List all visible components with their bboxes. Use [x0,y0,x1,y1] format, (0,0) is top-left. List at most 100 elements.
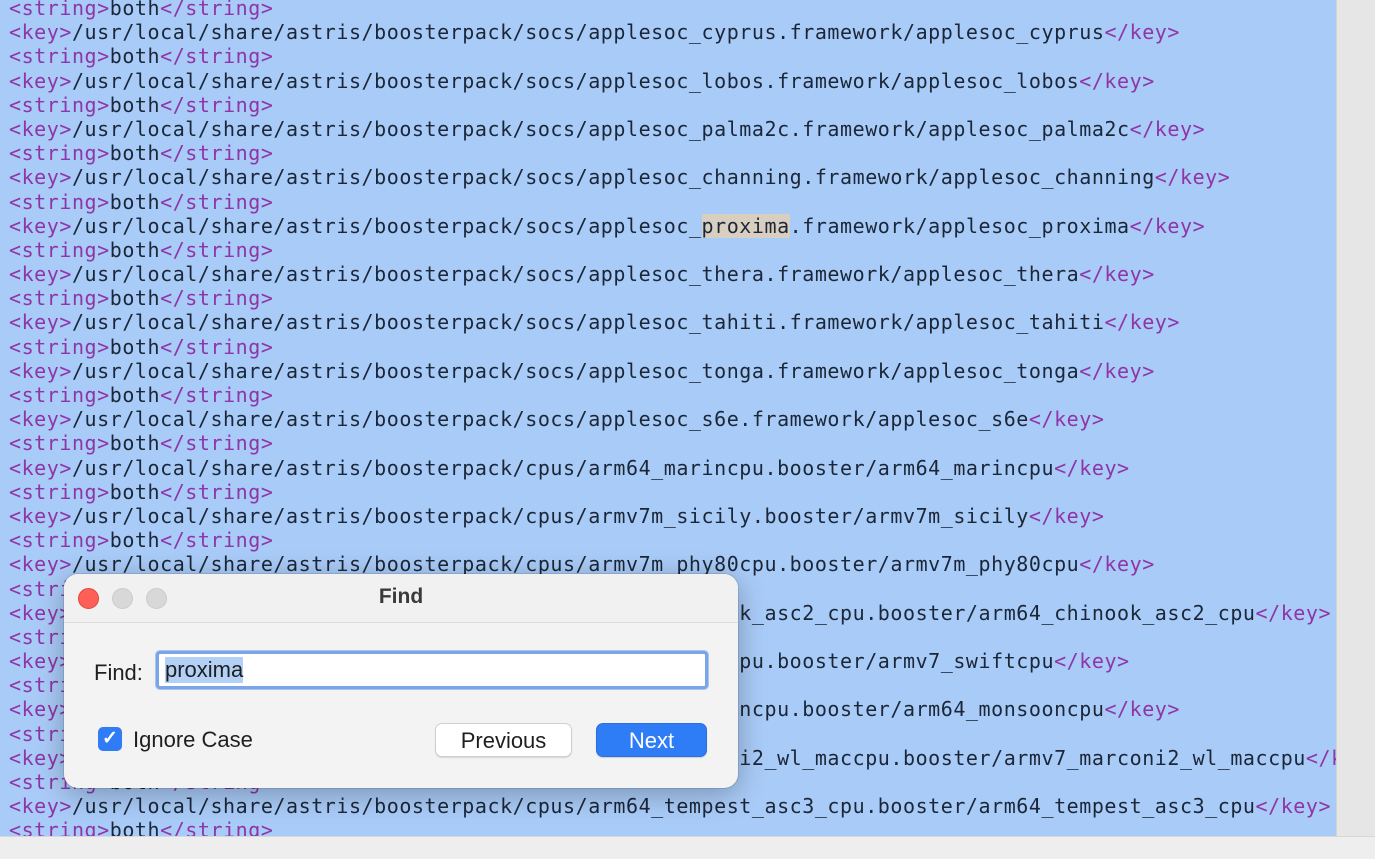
code-line: <key>/usr/local/share/astris/boosterpack… [9,213,1336,238]
xml-value: /usr/local/share/astris/boosterpack/socs… [71,68,1080,93]
code-line: <string>both</string> [9,141,1336,165]
xml-value: both [109,479,161,504]
code-line: <string>both</string> [9,480,1336,504]
code-line: <string>both</string> [9,431,1336,455]
search-match-highlight: proxima [701,213,790,238]
next-button[interactable]: Next [596,723,707,757]
xml-open-tag: <string> [9,528,110,553]
xml-value: /usr/local/share/astris/boosterpack/socs… [71,310,1105,335]
xml-close-tag: </string> [160,334,274,359]
xml-value: both [109,237,161,262]
xml-open-tag: <key> [9,20,72,45]
xml-value: /usr/local/share/astris/boosterpack/socs… [71,358,1080,383]
code-line: <string>both</string> [9,238,1336,262]
xml-close-tag: </string> [160,237,274,262]
xml-close-tag: </string> [160,383,274,407]
xml-close-tag: </key> [1305,745,1336,770]
xml-value: both [109,189,161,214]
xml-close-tag: </key> [1054,649,1130,674]
xml-open-tag: <key> [9,745,72,770]
code-line: <key>/usr/local/share/astris/boosterpack… [9,310,1336,334]
xml-open-tag: <key> [9,503,72,528]
code-line: <string>both</string> [9,44,1336,68]
code-line: <string>both</string> [9,286,1336,310]
previous-button[interactable]: Previous [435,723,572,757]
find-dialog: Find Find: ✓ Ignore Case Previous Next [64,574,738,788]
code-line: <string>both</string> [9,383,1336,407]
xml-value: both [109,0,161,20]
xml-value: both [109,431,161,456]
xml-open-tag: <string> [9,286,110,311]
code-line: <string>both</string> [9,190,1336,214]
xml-open-tag: <key> [9,407,72,432]
code-line: <key>/usr/local/share/astris/boosterpack… [9,262,1336,286]
vertical-scrollbar[interactable] [1336,0,1375,836]
xml-value: both [109,383,161,407]
xml-close-tag: </key> [1079,358,1155,383]
find-input[interactable] [156,651,708,689]
xml-open-tag: <key> [9,697,72,722]
xml-close-tag: </string> [160,44,274,69]
code-line: <string>both</string> [9,528,1336,552]
ignore-case-label[interactable]: Ignore Case [133,727,253,753]
xml-close-tag: </key> [1104,310,1180,335]
xml-open-tag: <string> [9,0,110,20]
xml-close-tag: </string> [160,141,274,166]
xml-value: /usr/local/share/astris/boosterpack/socs… [71,20,1105,45]
xml-value: both [109,44,161,69]
xml-close-tag: </string> [160,286,274,311]
xml-close-tag: </key> [1054,455,1130,480]
xml-open-tag: <key> [9,310,72,335]
xml-value: /usr/local/share/astris/boosterpack/cpus… [71,455,1055,480]
xml-open-tag: <key> [9,213,72,238]
xml-open-tag: <key> [9,455,72,480]
xml-open-tag: <key> [9,262,72,287]
xml-close-tag: </key> [1028,407,1105,432]
xml-value: both [109,334,161,359]
xml-open-tag: <key> [9,116,72,141]
xml-open-tag: <key> [9,552,72,577]
xml-close-tag: </key> [1104,20,1180,45]
xml-close-tag: </string> [160,528,274,553]
code-line: <key>/usr/local/share/astris/boosterpack… [9,407,1336,431]
xml-close-tag: </string> [160,479,274,504]
code-line: <string>both</string> [9,0,1336,20]
code-line: <key>/usr/local/share/astris/boosterpack… [9,117,1336,141]
xml-open-tag: <string> [9,818,110,836]
code-line: <key>/usr/local/share/astris/boosterpack… [9,359,1336,383]
code-line: <string>both</string> [9,818,1336,836]
xml-close-tag: </key> [1028,503,1105,528]
xml-value: both [109,818,161,836]
xml-open-tag: <string> [9,334,110,359]
xml-value: /usr/local/share/astris/boosterpack/socs… [71,262,1080,287]
xml-close-tag: </key> [1255,794,1332,819]
xml-value: /usr/local/share/astris/boosterpack/socs… [71,116,1130,141]
find-label: Find: [94,660,143,685]
xml-close-tag: </string> [160,431,274,456]
code-line: <key>/usr/local/share/astris/boosterpack… [9,69,1336,93]
xml-open-tag: <key> [9,600,72,625]
ignore-case-checkbox[interactable]: ✓ [98,727,122,751]
xml-close-tag: </key> [1154,165,1231,190]
xml-value: both [109,141,161,166]
xml-close-tag: </key> [1129,213,1206,238]
xml-open-tag: <string> [9,44,110,69]
xml-value: /usr/local/share/astris/boosterpack/cpus… [71,794,1256,819]
xml-close-tag: </key> [1255,600,1332,625]
dialog-title: Find [378,585,424,608]
xml-value: /usr/local/share/astris/boosterpack/cpus… [71,552,1080,577]
xml-open-tag: <string> [9,141,110,166]
xml-open-tag: <string> [9,383,110,407]
xml-close-tag: </string> [160,818,274,836]
xml-value: both [109,286,161,311]
xml-close-tag: </key> [1079,552,1155,577]
xml-close-tag: </string> [160,0,274,20]
code-line: <key>/usr/local/share/astris/boosterpack… [9,794,1336,818]
xml-close-tag: </key> [1104,697,1180,722]
dialog-titlebar[interactable]: Find [64,574,738,623]
code-line: <key>/usr/local/share/astris/boosterpack… [9,504,1336,528]
xml-close-tag: </string> [160,189,274,214]
code-line: <key>/usr/local/share/astris/boosterpack… [9,20,1336,44]
code-line: <key>/usr/local/share/astris/boosterpack… [9,165,1336,189]
xml-open-tag: <key> [9,358,72,383]
